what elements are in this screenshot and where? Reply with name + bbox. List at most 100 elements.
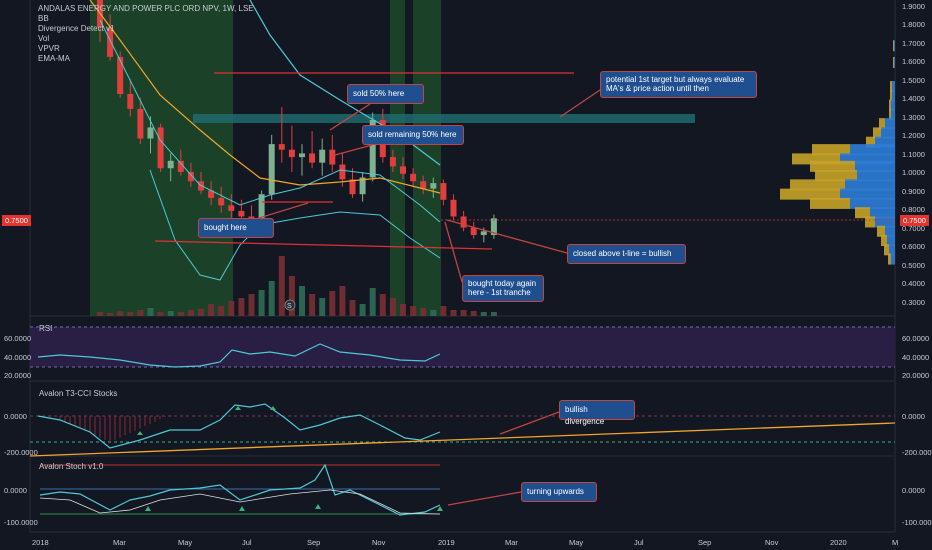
time-tick: May xyxy=(178,538,193,547)
vpvr-bar-down xyxy=(888,253,891,265)
volume-bar xyxy=(339,286,346,316)
price-tick: 1.0000 xyxy=(902,168,925,177)
callout-turning-upwards[interactable]: turning upwards xyxy=(521,482,597,502)
volume-bar xyxy=(349,300,356,316)
stoch-tick-left: 0.0000 xyxy=(4,486,27,495)
stoch-tick: 0.0000 xyxy=(902,486,925,495)
candle-body xyxy=(470,227,477,236)
volume-bar xyxy=(450,310,457,316)
stoch-tick: -100.0000 xyxy=(902,518,932,527)
volume-bar xyxy=(208,304,215,316)
time-tick: Sep xyxy=(307,538,321,547)
rsi-tick: 60.0000 xyxy=(902,334,930,343)
candle-body xyxy=(127,94,134,109)
candle-body xyxy=(450,199,457,217)
volume-bar xyxy=(117,311,124,316)
rsi-tick-left: 60.0000 xyxy=(4,334,32,343)
value-area-zone xyxy=(193,114,695,123)
volume-bar xyxy=(400,304,406,316)
volume-bar xyxy=(268,281,275,316)
time-tick: Nov xyxy=(372,538,386,547)
volume-bar xyxy=(198,309,204,316)
time-tick: Mar xyxy=(113,538,126,547)
volume-bar xyxy=(470,311,477,316)
callout-target[interactable]: potential 1st target but always evaluate… xyxy=(600,71,757,98)
vpvr-bar-up xyxy=(894,56,895,68)
time-tick: Jul xyxy=(634,538,644,547)
cci-tick: -200.0000 xyxy=(902,448,932,457)
volume-bar xyxy=(157,312,164,316)
volume-bar xyxy=(147,308,154,316)
callout-bought-here[interactable]: bought here xyxy=(198,218,274,238)
volume-bar xyxy=(228,301,235,316)
indicator-volume[interactable]: Vol xyxy=(38,34,254,44)
price-tick: 0.9000 xyxy=(902,187,925,196)
time-tick: 2018 xyxy=(32,538,49,547)
price-tick: 1.2000 xyxy=(902,131,925,140)
vpvr-bar-up xyxy=(894,40,895,52)
candle-body xyxy=(420,181,427,189)
volume-bar xyxy=(329,291,336,316)
callout-bought-today[interactable]: bought today again here - 1st tranche xyxy=(462,275,544,302)
volume-bar xyxy=(258,290,265,316)
indicator-bb[interactable]: BB xyxy=(38,14,254,24)
rsi-pane-label: RSI xyxy=(39,324,53,333)
volume-bar xyxy=(278,256,285,316)
stoch-tick-left: -100.0000 xyxy=(4,518,38,527)
candle-body xyxy=(137,108,144,139)
candle-body xyxy=(339,164,346,180)
candle-body xyxy=(460,216,467,228)
volume-bar xyxy=(218,306,225,316)
price-tick: 0.3000 xyxy=(902,298,925,307)
price-tick: 1.1000 xyxy=(902,150,925,159)
volume-bar xyxy=(410,306,417,316)
vpvr-bar-down xyxy=(893,40,894,52)
rsi-tick: 20.0000 xyxy=(902,371,930,380)
candle-body xyxy=(329,149,336,165)
stoch-pane-label: Avalon Stoch v1.0 xyxy=(39,462,104,471)
callout-bullish-divergence[interactable]: bullish divergence xyxy=(559,400,635,426)
volume-bar xyxy=(389,298,396,316)
candle-body xyxy=(238,210,245,217)
price-tick: 0.6000 xyxy=(902,242,925,251)
candle-body xyxy=(218,197,225,206)
time-tick: Sep xyxy=(698,538,712,547)
candle-body xyxy=(440,183,447,200)
price-tick: 0.5000 xyxy=(902,261,925,270)
vpvr-bar-up xyxy=(891,99,895,111)
volume-bar xyxy=(420,308,427,316)
candle-body xyxy=(228,205,235,211)
callout-sold-half[interactable]: sold 50% here xyxy=(347,84,424,104)
candle-body xyxy=(430,183,437,189)
cci-tick-left: -200.0000 xyxy=(4,448,38,457)
symbol-title: ANDALAS ENERGY AND POWER PLC ORD NPV, 1W… xyxy=(38,4,254,13)
callout-closed-above[interactable]: closed above t-line = bullish xyxy=(567,244,686,264)
time-tick: Jul xyxy=(242,538,252,547)
candle-body xyxy=(410,173,417,182)
rsi-tick: 40.0000 xyxy=(902,353,930,362)
indicator-divergence[interactable]: Divergence Detect v1 xyxy=(38,24,254,34)
rsi-band xyxy=(30,327,895,367)
volume-bar xyxy=(490,312,497,316)
indicator-ema-ma[interactable]: EMA-MA xyxy=(38,54,254,64)
vpvr-bar-up xyxy=(891,253,895,265)
candle-body xyxy=(319,149,326,163)
volume-bar xyxy=(430,310,437,316)
indicator-vpvr[interactable]: VPVR xyxy=(38,44,254,54)
volume-bar xyxy=(299,286,305,316)
callout-sold-rest[interactable]: sold remaining 50% here xyxy=(362,125,464,145)
time-tick: 2020 xyxy=(830,538,847,547)
chart-legend: ANDALAS ENERGY AND POWER PLC ORD NPV, 1W… xyxy=(38,4,254,64)
cci-tick-left: 0.0000 xyxy=(4,412,27,421)
last-price-tag-right: 0.7500 xyxy=(900,215,929,226)
candle-body xyxy=(400,166,406,174)
time-tick: May xyxy=(569,538,584,547)
time-tick: Nov xyxy=(765,538,779,547)
candle-body xyxy=(480,231,487,236)
candle-body xyxy=(309,153,316,163)
price-tick: 0.4000 xyxy=(902,279,925,288)
volume-badge-label: S xyxy=(287,303,292,310)
volume-bar xyxy=(137,310,144,316)
time-tick: Mar xyxy=(505,538,518,547)
volume-bar xyxy=(238,298,245,316)
